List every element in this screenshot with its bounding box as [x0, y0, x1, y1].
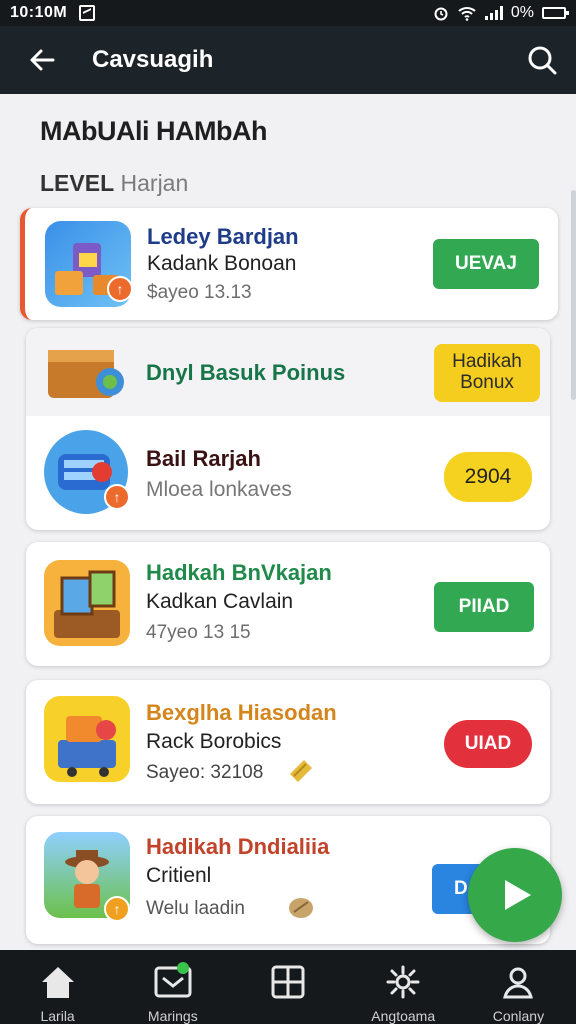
card-title: Bail Rarjah	[146, 446, 261, 471]
profile-icon	[503, 967, 534, 999]
badge-icon: ↑	[107, 276, 133, 302]
bottom-navigation: Larila Marings Angtoama Conlany	[0, 950, 576, 1024]
card-meta: 47yeo 13 15	[146, 622, 251, 643]
app-bar: Cavsuagih	[0, 26, 576, 94]
page-title: MAbUAli HAMbAh	[40, 116, 267, 146]
card-title: Hadkah BnVkajan	[146, 560, 332, 585]
reward-card[interactable]: Hadkah BnVkajan Kadkan Cavlain 47yeo 13 …	[26, 542, 550, 666]
game-thumbnail	[44, 334, 128, 410]
back-button[interactable]	[12, 26, 72, 94]
card-subtitle: Kadkan Cavlain	[146, 590, 294, 613]
grid-icon	[271, 965, 305, 999]
card-action-button[interactable]: PIIAD	[434, 582, 534, 632]
badge-icon: ↑	[104, 896, 130, 922]
settings-icon	[386, 965, 420, 999]
reward-card[interactable]: Bexglha Hiasodan Rack Borobics Sayeo: 32…	[26, 680, 550, 804]
card-title: Hadikah Dndialiia	[146, 834, 330, 859]
level-label: LEVEL	[40, 170, 115, 196]
card-title: Dnyl Basuk Poinus	[146, 360, 346, 385]
signal-icon	[484, 6, 503, 20]
nav-item-settings[interactable]: Angtoama	[346, 950, 461, 1024]
ticket-icon	[290, 760, 312, 782]
reward-card[interactable]: ↑ Ledey Bardjan Kadank Bonoan $ayeo 13.1…	[20, 208, 558, 320]
treasure-chest-icon	[48, 350, 124, 398]
nav-item-profile[interactable]: Conlany	[461, 950, 576, 1024]
search-icon	[528, 46, 557, 75]
card-points-badge[interactable]: 2904	[444, 452, 532, 502]
coin-icon	[289, 898, 313, 918]
reward-card[interactable]: ↑ Bail Rarjah Mloea lonkaves 2904	[26, 416, 550, 530]
play-icon	[505, 880, 531, 910]
game-thumbnail	[44, 560, 130, 646]
nav-item-messages[interactable]: Marings	[115, 950, 230, 1024]
level-line: LEVEL Harjan	[40, 170, 188, 197]
card-action-button[interactable]: UIAD	[444, 720, 532, 768]
card-meta: Sayeo: 32108	[146, 762, 264, 783]
arcade-cart-icon	[58, 716, 116, 777]
card-subtitle: Critienl	[146, 864, 212, 887]
nav-label: Angtoama	[371, 1008, 436, 1024]
card-action-button[interactable]: Hadikah Bonux	[434, 344, 540, 402]
card-meta: $ayeo 13.13	[147, 282, 252, 303]
gallery-notification-icon	[79, 5, 96, 21]
reward-card[interactable]: Dnyl Basuk Poinus Hadikah Bonux	[26, 328, 550, 416]
photo-frame-chest-icon	[54, 570, 120, 638]
battery-percent: 0%	[510, 4, 534, 21]
card-title: Bexglha Hiasodan	[146, 700, 337, 725]
status-indicators: 0%	[433, 4, 569, 22]
card-subtitle: Mloea lonkaves	[146, 478, 292, 501]
card-meta: Welu laadin	[146, 898, 245, 919]
card-action-button[interactable]: UEVAJ	[433, 239, 539, 289]
wifi-icon	[458, 7, 476, 21]
nav-item-home[interactable]: Larila	[0, 950, 115, 1024]
level-value: Harjan	[120, 170, 189, 196]
nav-label: Larila	[40, 1008, 75, 1024]
status-bar: 10:10M 0%	[0, 0, 576, 26]
battery-icon	[542, 7, 569, 19]
search-button[interactable]	[508, 26, 576, 94]
play-fab-button[interactable]	[468, 848, 562, 942]
card-title: Ledey Bardjan	[147, 224, 299, 249]
arrow-left-icon	[30, 49, 55, 71]
home-icon	[41, 967, 74, 998]
nav-label: Marings	[147, 1008, 198, 1024]
app-title: Cavsuagih	[92, 46, 214, 73]
status-time: 10:10M	[10, 4, 68, 21]
alarm-icon	[434, 7, 448, 21]
card-subtitle: Rack Borobics	[146, 730, 282, 753]
game-thumbnail	[44, 696, 130, 782]
nav-item-grid[interactable]	[230, 950, 345, 1024]
badge-icon: ↑	[104, 484, 130, 510]
nav-label: Conlany	[492, 1008, 545, 1024]
card-subtitle: Kadank Bonoan	[147, 252, 297, 275]
scrollbar[interactable]	[571, 190, 576, 400]
